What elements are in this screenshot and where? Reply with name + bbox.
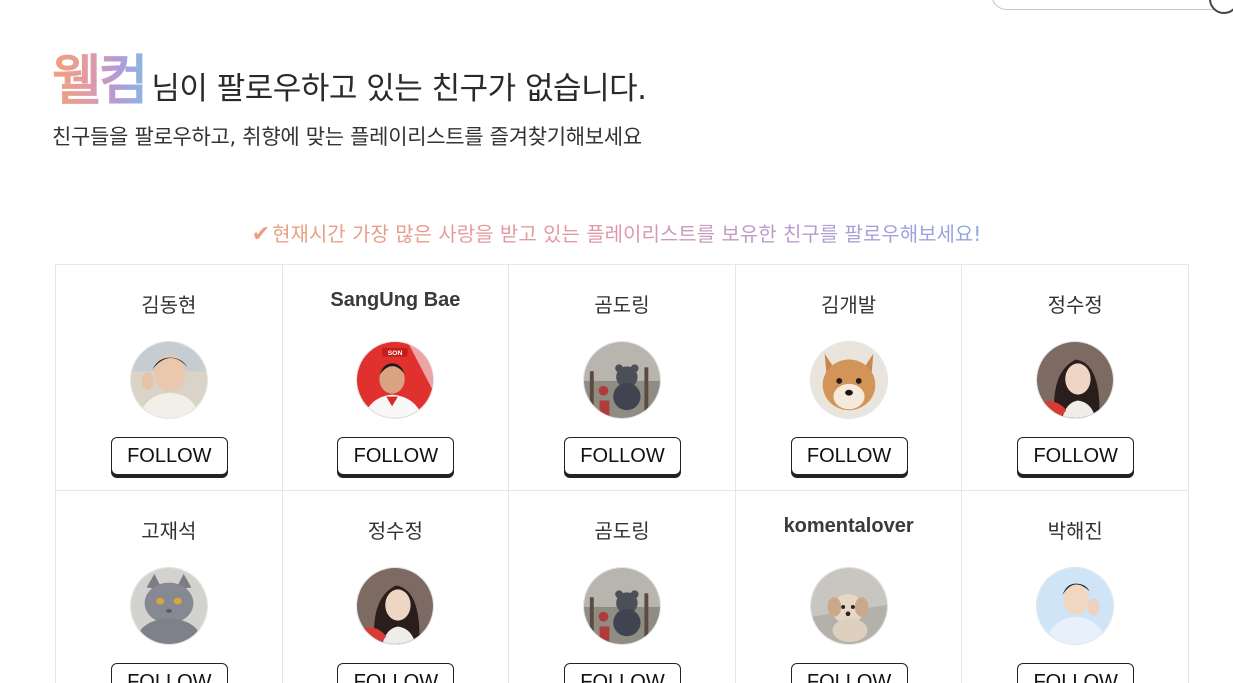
bear-doll-photo-icon [583,342,660,418]
page: 웰컴 님이 팔로우하고 있는 친구가 없습니다. 친구들을 팔로우하고, 취향에… [0,0,1233,683]
friend-name[interactable]: 곰도링 [509,289,735,318]
friend-card: 김개발 FOLLOW [735,265,963,491]
friend-card: 고재석 FOLLOW [56,491,283,683]
follow-button[interactable]: FOLLOW [337,437,455,475]
follow-button[interactable]: FOLLOW [790,437,908,475]
friend-name[interactable]: 김개발 [736,289,962,318]
avatar[interactable] [809,341,888,419]
person-photo-icon [130,342,207,418]
avatar[interactable] [1036,567,1115,645]
avatar[interactable]: SON [356,341,435,419]
avatar[interactable] [809,567,888,645]
search-icon[interactable] [1209,0,1233,14]
friend-card: komentalover FOLLOW [736,491,963,683]
friend-card: SangUng Bae SON FOLLOW [282,265,510,491]
friend-name[interactable]: 곰도링 [509,515,735,544]
follow-button[interactable]: FOLLOW [563,663,681,683]
friend-card: 박해진 FOLLOW [962,491,1189,683]
woman-photo-icon [1037,342,1114,418]
brand-name: 웰컴 [52,36,148,115]
svg-text:SON: SON [388,350,403,357]
page-subtitle: 친구들을 팔로우하고, 취향에 맞는 플레이리스트를 즐겨찾기해보세요 [52,125,642,149]
gray-cat-photo-icon [130,568,207,644]
avatar[interactable] [1036,341,1115,419]
recommend-text: 현재시간 가장 많은 사랑을 받고 있는 플레이리스트를 보유한 친구를 팔로우… [272,222,982,246]
friend-name[interactable]: 김동현 [56,289,282,318]
search-input[interactable] [991,0,1233,10]
follow-button[interactable]: FOLLOW [790,663,908,683]
title-text: 님이 팔로우하고 있는 친구가 없습니다. [151,71,647,107]
friend-name[interactable]: 정수정 [283,515,509,544]
avatar[interactable] [582,567,661,645]
friend-grid: 김동현 FOLLOW SangUng Bae SON FOLLOW 곰도링 FO… [55,264,1189,683]
soccer-player-photo-icon: SON [357,342,434,418]
page-title: 웰컴 님이 팔로우하고 있는 친구가 없습니다. [52,36,647,115]
check-icon: ✔ [251,222,271,247]
friend-card: 정수정 FOLLOW [283,491,510,683]
follow-button[interactable]: FOLLOW [110,437,228,475]
friend-name[interactable]: 박해진 [962,515,1188,544]
friend-card: 곰도링 FOLLOW [509,491,736,683]
woman-photo-icon [357,568,434,644]
friend-card: 정수정 FOLLOW [962,265,1189,491]
avatar[interactable] [582,341,661,419]
small-dog-photo-icon [810,568,887,644]
follow-button[interactable]: FOLLOW [110,663,228,683]
avatar[interactable] [129,567,208,645]
avatar[interactable] [129,341,208,419]
follow-button[interactable]: FOLLOW [563,437,681,475]
follow-button[interactable]: FOLLOW [1017,437,1135,475]
shiba-dog-photo-icon [810,342,887,418]
bear-doll-photo-icon [583,568,660,644]
friend-name[interactable]: 고재석 [56,515,282,544]
recommend-banner: ✔ 현재시간 가장 많은 사랑을 받고 있는 플레이리스트를 보유한 친구를 팔로… [0,218,1233,247]
friend-card: 김동현 FOLLOW [56,265,283,491]
follow-button[interactable]: FOLLOW [1017,663,1135,683]
friend-name[interactable]: komentalover [736,515,962,538]
friend-name[interactable]: 정수정 [962,289,1188,318]
avatar[interactable] [356,567,435,645]
follow-button[interactable]: FOLLOW [337,663,455,683]
friend-card: 곰도링 FOLLOW [509,265,736,491]
friend-name[interactable]: SangUng Bae [283,289,509,312]
man-photo-icon [1037,568,1114,644]
